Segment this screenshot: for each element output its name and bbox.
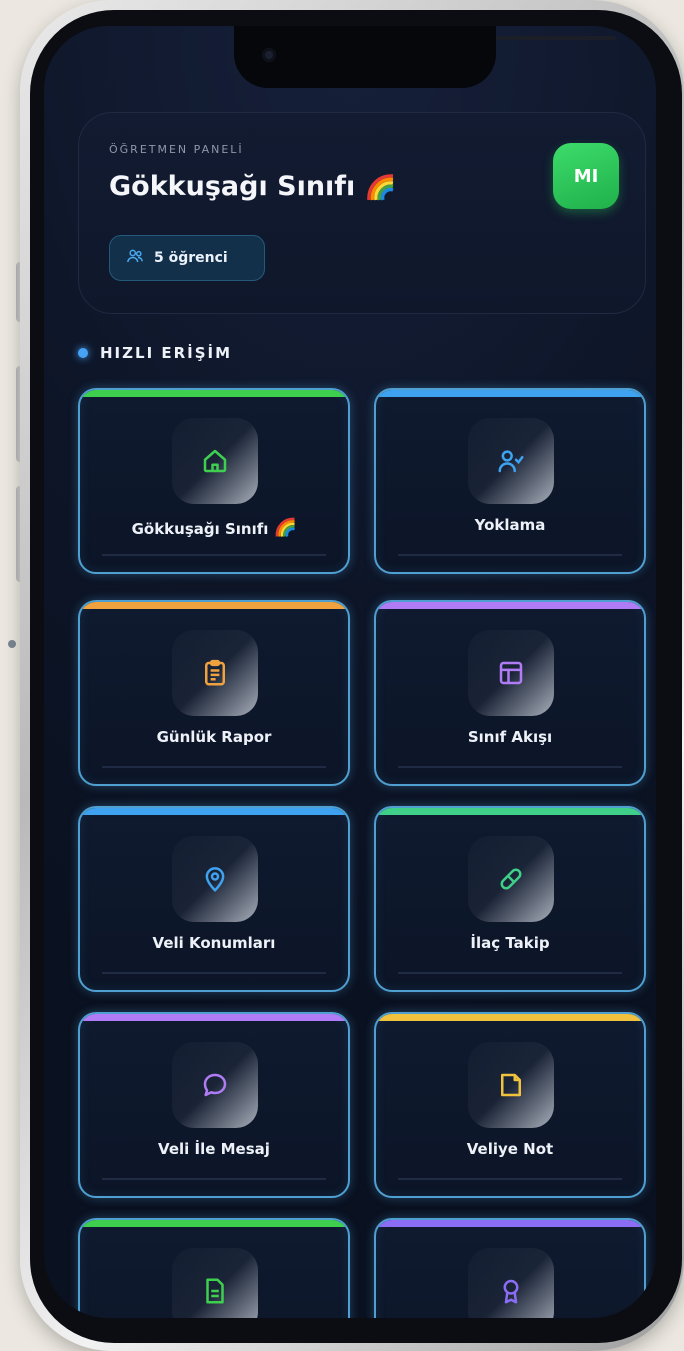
pill-icon: [468, 836, 554, 922]
tile-divider: [102, 1178, 326, 1180]
document-icon: [172, 1248, 258, 1318]
tile-class-feed[interactable]: Sınıf Akışı: [374, 600, 646, 786]
decorative-dot: [8, 640, 16, 648]
tile-label: Veli İle Mesaj: [158, 1140, 270, 1158]
tile-accent-bar: [80, 1014, 348, 1021]
student-count-chip[interactable]: 5 öğrenci: [109, 235, 265, 281]
layout-icon: [468, 630, 554, 716]
user-check-icon: [468, 418, 554, 504]
tile-label: Veli Konumları: [152, 934, 276, 952]
tile-documents[interactable]: [78, 1218, 350, 1318]
tile-divider: [398, 972, 622, 974]
section-title: HIZLI ERİŞİM: [100, 344, 233, 362]
chat-icon: [172, 1042, 258, 1128]
section-bullet: [78, 348, 88, 358]
tile-label: Günlük Rapor: [156, 728, 272, 746]
tile-accent-bar: [80, 1220, 348, 1227]
rainbow-icon: [365, 172, 395, 202]
tile-daily-report[interactable]: Günlük Rapor: [78, 600, 350, 786]
class-name: Gökkuşağı Sınıfı: [109, 171, 356, 202]
note-icon: [468, 1042, 554, 1128]
tile-label: İlaç Takip: [470, 934, 550, 952]
map-pin-icon: [172, 836, 258, 922]
tile-parent-note[interactable]: Veliye Not: [374, 1012, 646, 1198]
speaker: [496, 36, 616, 40]
tile-divider: [398, 766, 622, 768]
tile-label: Veliye Not: [466, 1140, 554, 1158]
tile-label: Yoklama: [474, 516, 546, 534]
tile-divider: [102, 554, 326, 556]
quick-access-heading: HIZLI ERİŞİM: [78, 344, 232, 362]
student-count: 5 öğrenci: [154, 250, 228, 266]
tile-parent-message[interactable]: Veli İle Mesaj: [78, 1012, 350, 1198]
tile-accent-bar: [80, 808, 348, 815]
camera-icon: [262, 48, 276, 62]
clipboard-icon: [172, 630, 258, 716]
tile-awards[interactable]: [374, 1218, 646, 1318]
avatar-initials: MI: [573, 165, 599, 187]
tile-label-text: Gökkuşağı Sınıfı: [131, 520, 269, 538]
home-icon: [172, 418, 258, 504]
class-title: Gökkuşağı Sınıfı: [109, 171, 395, 202]
tile-accent-bar: [80, 602, 348, 609]
tile-accent-bar: [376, 1014, 644, 1021]
rainbow-icon: [274, 516, 296, 542]
tile-accent-bar: [376, 390, 644, 397]
tile-divider: [102, 972, 326, 974]
tile-accent-bar: [80, 390, 348, 397]
tile-divider: [398, 554, 622, 556]
tile-accent-bar: [376, 808, 644, 815]
panel-label: ÖĞRETMEN PANELİ: [109, 143, 244, 156]
tile-medication[interactable]: İlaç Takip: [374, 806, 646, 992]
teacher-header-card: ÖĞRETMEN PANELİ Gökkuşağı Sınıfı 5 öğren…: [78, 112, 646, 314]
tile-class[interactable]: Gökkuşağı Sınıfı: [78, 388, 350, 574]
tile-attendance[interactable]: Yoklama: [374, 388, 646, 574]
award-icon: [468, 1248, 554, 1318]
tile-label: Sınıf Akışı: [467, 728, 553, 746]
tile-accent-bar: [376, 1220, 644, 1227]
avatar[interactable]: MI: [553, 143, 619, 209]
app-screen: ÖĞRETMEN PANELİ Gökkuşağı Sınıfı 5 öğren…: [44, 26, 656, 1318]
tile-divider: [102, 766, 326, 768]
tile-divider: [398, 1178, 622, 1180]
tile-accent-bar: [376, 602, 644, 609]
users-icon: [126, 247, 144, 269]
tile-parent-locations[interactable]: Veli Konumları: [78, 806, 350, 992]
tile-label: Gökkuşağı Sınıfı: [80, 516, 348, 542]
